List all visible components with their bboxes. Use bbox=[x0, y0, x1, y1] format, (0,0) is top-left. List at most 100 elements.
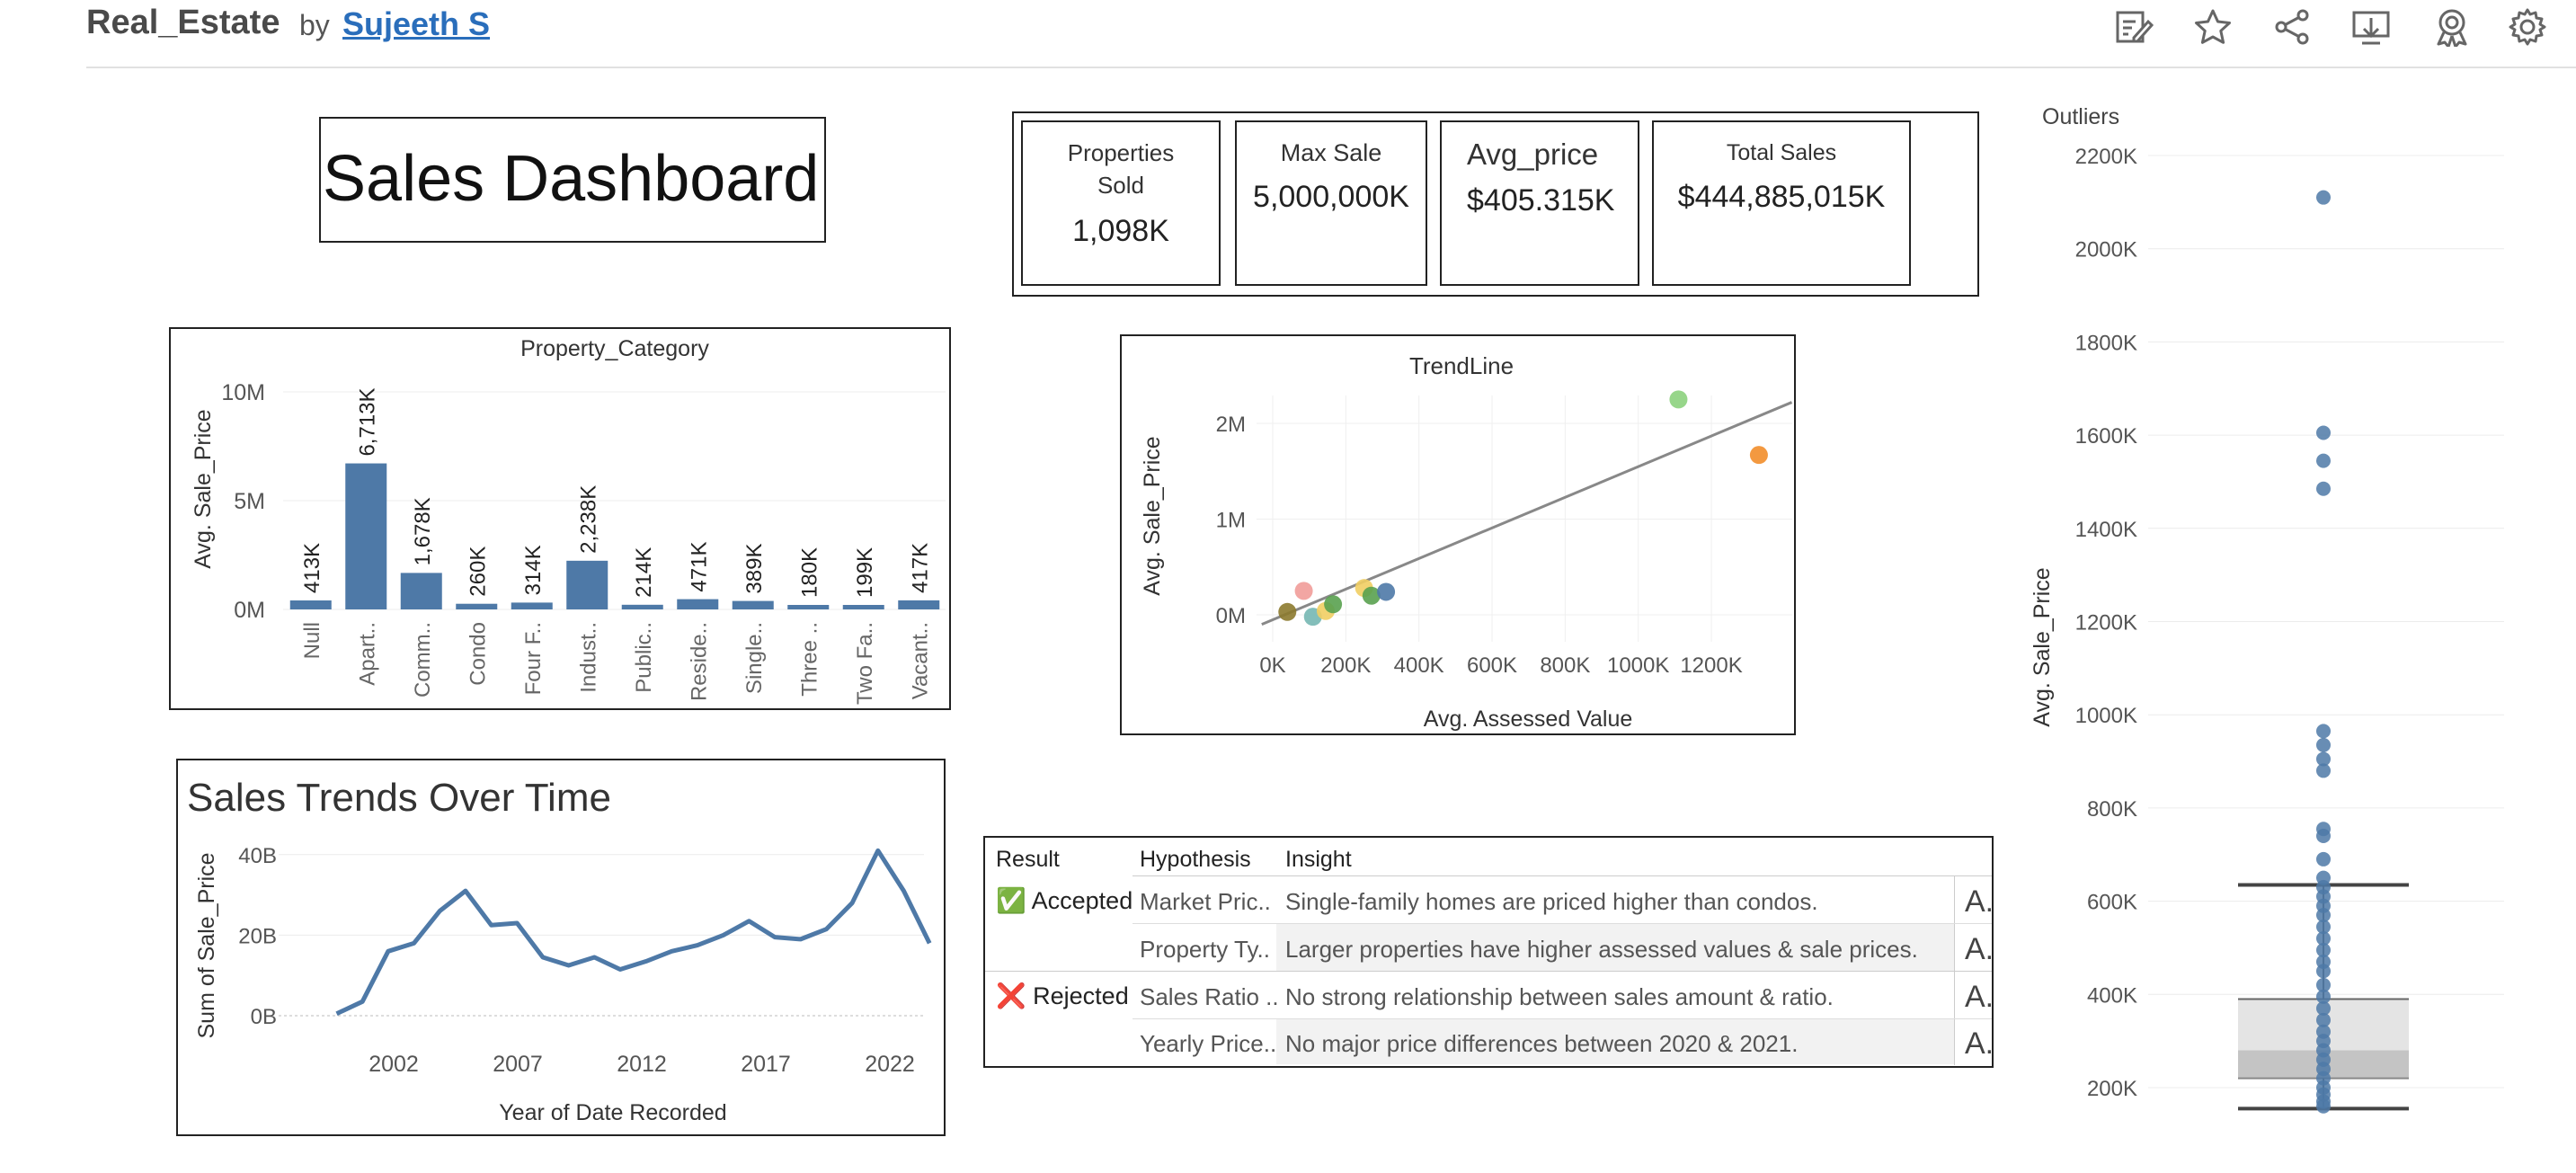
favorite-star-icon[interactable] bbox=[2193, 7, 2233, 47]
row-divider bbox=[1133, 923, 1992, 924]
x-tick-label: 800K bbox=[1540, 653, 1590, 678]
kpi-max-sale: Max Sale 5,000,000K bbox=[1235, 120, 1427, 286]
y-axis-label: Avg. Sale_Price bbox=[2030, 567, 2055, 726]
kpi-value: 1,098K bbox=[1072, 214, 1169, 248]
y-tick-label: 1800K bbox=[2075, 331, 2137, 355]
metrics-icon[interactable] bbox=[2432, 7, 2472, 49]
bar bbox=[345, 463, 387, 609]
outlier-point bbox=[2316, 453, 2331, 468]
outlier-point bbox=[2316, 851, 2331, 866]
share-icon[interactable] bbox=[2272, 7, 2312, 47]
sales-line bbox=[335, 848, 932, 1017]
chart-title: TrendLine bbox=[1409, 352, 1514, 379]
x-tick-label: 200K bbox=[1320, 653, 1371, 678]
data-label: 180K bbox=[797, 547, 822, 598]
y-tick-label: 2200K bbox=[2075, 145, 2137, 169]
scatter-point bbox=[1278, 602, 1297, 621]
x-tick-label: Condo bbox=[466, 622, 490, 686]
y-tick-label: 2000K bbox=[2075, 238, 2137, 262]
y-tick-label: 0B bbox=[251, 1005, 277, 1029]
bar bbox=[842, 605, 884, 609]
outlier-point bbox=[2316, 724, 2331, 739]
trend-line bbox=[1261, 401, 1793, 626]
chart-title: Sales Trends Over Time bbox=[187, 776, 611, 820]
insight-cell: No major price differences between 2020 … bbox=[1285, 1030, 1799, 1057]
abc-cell: A. bbox=[1965, 1026, 1994, 1061]
trendline-svg: TrendLine Avg. Assessed Value Avg. Sale_Pr… bbox=[1140, 352, 1793, 732]
y-tick-label: 1400K bbox=[2075, 518, 2137, 542]
sales-trend-chart: Sales Trends Over Time Year of Date Recor… bbox=[176, 759, 946, 1136]
workbook-title: Real_Estate bbox=[86, 4, 280, 41]
author-link[interactable]: Sujeeth S bbox=[342, 5, 490, 43]
kpi-label: Avg_price bbox=[1467, 138, 1599, 171]
property-category-svg: Property_Category Avg. Sale_Price10M 5M 0M 4… bbox=[191, 336, 946, 705]
x-tick-label: Single.. bbox=[742, 622, 767, 694]
x-tick-label: Two Fa.. bbox=[853, 622, 877, 705]
abc-cell: A. bbox=[1965, 884, 1994, 919]
result-accepted: ✅ Accepted bbox=[996, 887, 1133, 914]
hypothesis-cell: Yearly Price.. bbox=[1140, 1030, 1277, 1057]
download-icon[interactable] bbox=[2351, 7, 2391, 47]
data-label: 199K bbox=[853, 547, 877, 598]
kpi-properties-sold: Properties Sold 1,098K bbox=[1021, 120, 1221, 286]
outliers-chart: Outliers Avg. Sale_Price 2200K 2000K 1800K 16… bbox=[2022, 90, 2508, 1169]
outliers-svg: Outliers Avg. Sale_Price 2200K 2000K 1800K 16… bbox=[2030, 104, 2504, 1114]
chart-title: Property_Category bbox=[520, 336, 709, 361]
x-tick-label: Three .. bbox=[797, 622, 822, 697]
scatter-point bbox=[1377, 582, 1396, 601]
by-label: by bbox=[299, 9, 330, 41]
sales-trend-svg: Sales Trends Over Time Year of Date Recor… bbox=[187, 776, 932, 1125]
data-label: 1,678K bbox=[411, 497, 435, 565]
bar bbox=[732, 600, 774, 609]
x-tick-label: 2012 bbox=[617, 1052, 667, 1077]
data-label: 260K bbox=[466, 547, 490, 597]
bar bbox=[898, 600, 940, 609]
settings-gear-icon[interactable] bbox=[2508, 7, 2547, 47]
y-tick-label: 1000K bbox=[2075, 704, 2137, 728]
hypothesis-cell: Market Pric.. bbox=[1140, 888, 1271, 915]
outlier-point bbox=[2316, 481, 2331, 496]
y-tick-label: 1M bbox=[1216, 509, 1246, 533]
col-header-hypothesis: Hypothesis bbox=[1140, 847, 1251, 872]
col-header-insight: Insight bbox=[1285, 847, 1352, 872]
trendline-chart: TrendLine Avg. Assessed Value Avg. Sale_Pr… bbox=[1120, 334, 1796, 735]
x-tick-label: Public.. bbox=[632, 622, 656, 693]
abc-cell: A. bbox=[1965, 932, 1994, 966]
scatter-point bbox=[1749, 446, 1768, 465]
y-tick-label: 2M bbox=[1216, 413, 1246, 437]
y-tick-label: 1200K bbox=[2075, 611, 2137, 635]
cross-mark-icon: ❌ bbox=[996, 982, 1026, 1009]
data-label: 214K bbox=[632, 547, 656, 598]
insight-cell: Larger properties have higher assessed v… bbox=[1285, 936, 1918, 963]
y-tick-label: 200K bbox=[2087, 1077, 2137, 1101]
y-tick-label: 0M bbox=[234, 598, 265, 623]
x-tick-label: Reside.. bbox=[687, 622, 711, 701]
data-label: 6,713K bbox=[355, 387, 379, 456]
data-label: 417K bbox=[908, 543, 932, 593]
kpi-value: 5,000,000K bbox=[1253, 180, 1409, 214]
kpi-total-sales: Total Sales $444,885,015K bbox=[1652, 120, 1911, 286]
hypothesis-cell: Sales Ratio .. bbox=[1140, 983, 1279, 1010]
data-label: 2,238K bbox=[576, 485, 600, 554]
bar bbox=[456, 603, 498, 609]
bar bbox=[787, 605, 830, 609]
x-tick-label: Comm.. bbox=[411, 622, 435, 698]
x-tick-label: Vacant.. bbox=[908, 622, 932, 699]
bar bbox=[621, 604, 663, 609]
outlier-point bbox=[2316, 763, 2331, 778]
x-axis-label: Avg. Assessed Value bbox=[1424, 706, 1633, 732]
dashboard-title-box: Sales Dashboard bbox=[319, 117, 826, 243]
data-label: 413K bbox=[300, 543, 324, 593]
result-rejected: ❌ Rejected bbox=[996, 982, 1129, 1009]
y-tick-label: 1600K bbox=[2075, 424, 2137, 449]
kpi-label: Properties Sold bbox=[1067, 139, 1175, 199]
outlier-point bbox=[2316, 737, 2331, 752]
dashboard-title: Sales Dashboard bbox=[323, 143, 820, 215]
check-mark-icon: ✅ bbox=[996, 887, 1026, 914]
x-tick-label: 400K bbox=[1394, 653, 1444, 678]
edit-icon[interactable] bbox=[2114, 7, 2154, 47]
col-header-result: Result bbox=[996, 847, 1060, 872]
kpi-value: $444,885,015K bbox=[1677, 180, 1886, 214]
kpi-label: Total Sales bbox=[1726, 140, 1837, 165]
x-tick-label: 2002 bbox=[369, 1052, 419, 1077]
